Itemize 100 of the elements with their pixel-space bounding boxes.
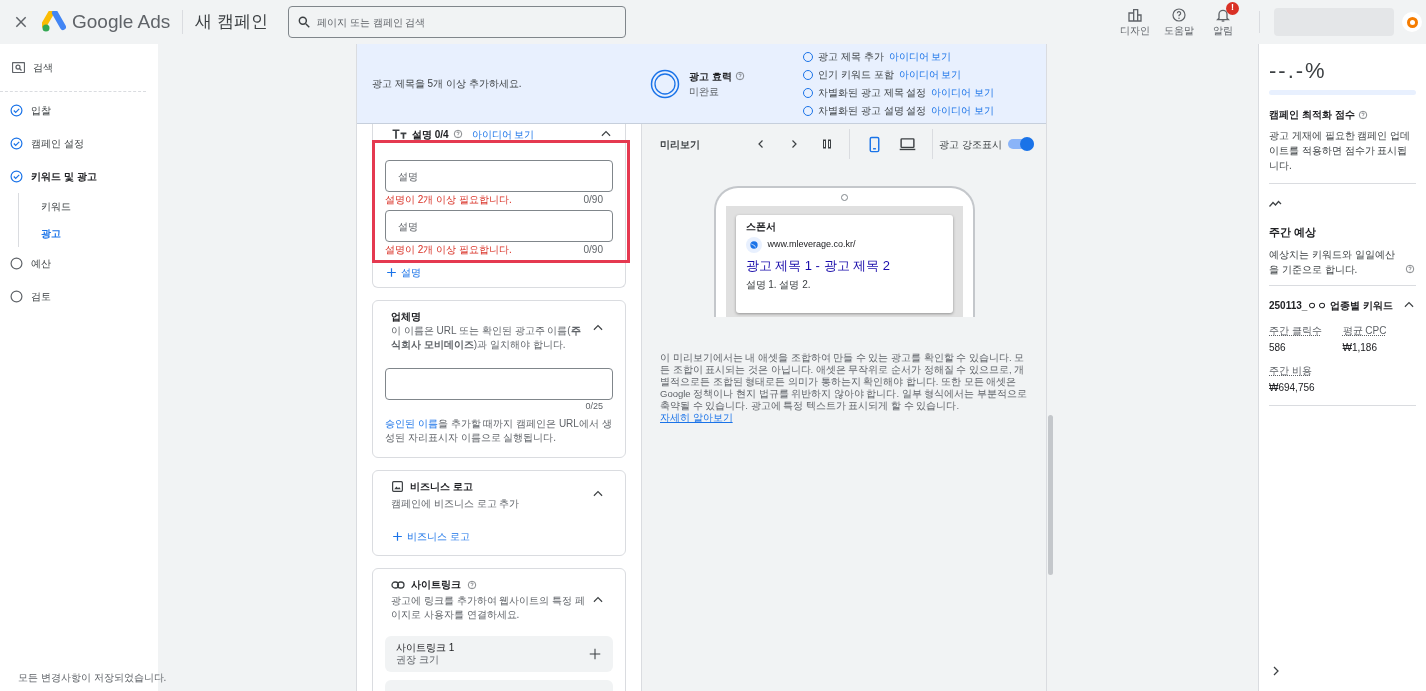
search-field[interactable]: 페이지 또는 캠페인 검색 xyxy=(288,6,626,38)
section-description: 캠페인에 비즈니스 로고 추가 xyxy=(391,497,521,511)
stat-value: ₩1,186 xyxy=(1342,340,1378,355)
help-icon[interactable] xyxy=(734,71,745,81)
section-description: 이 이름은 URL 또는 확인된 광고주 이름(주식회사 모비데이즈)과 일치해야 합니다. xyxy=(391,324,581,352)
tip-text: 인기 키워드 포함 xyxy=(818,68,894,82)
logo-icon xyxy=(42,11,66,33)
check-circle-icon xyxy=(10,170,23,183)
ad-description: 설명 1. 설명 2. xyxy=(745,278,812,292)
sidebar-item[interactable]: 키워드 및 광고 xyxy=(0,160,158,193)
expand-panel-icon[interactable] xyxy=(1271,665,1281,677)
page-title: 새 캠페인 xyxy=(195,11,268,34)
plus-icon[interactable] xyxy=(588,647,602,661)
sitelink-hint: 권장 크기 xyxy=(396,654,440,666)
ad-headline[interactable]: 광고 제목 1 - 광고 제목 2 xyxy=(745,257,943,275)
help-icon xyxy=(1171,6,1187,23)
sidebar-subitem[interactable]: 키워드 xyxy=(19,193,158,220)
tip-text: 차별화된 광고 설명 설정 xyxy=(818,104,927,118)
help-icon[interactable] xyxy=(1357,109,1368,120)
sitelink-name: 사이트링크 1 xyxy=(396,642,456,654)
score-value: --.-% xyxy=(1269,58,1328,84)
keyword-group-name: 250113_ㅇㅇ 업종별 키워드 xyxy=(1269,298,1393,313)
text-format-icon xyxy=(392,128,408,140)
stat-label: 주간 클릭수 xyxy=(1269,323,1323,338)
sponsored-label: 스폰서 xyxy=(745,221,777,233)
sidebar-item[interactable]: 예산 xyxy=(0,247,158,280)
tip-text: 광고 제목 추가 xyxy=(818,50,884,64)
circle-icon xyxy=(10,290,23,303)
tip-text: 차별화된 광고 제목 설정 xyxy=(818,86,927,100)
section-description: 광고에 링크를 추가하여 웹사이트의 특정 페이지로 사용자를 연결하세요. xyxy=(391,594,586,622)
sidebar-item[interactable]: 캠페인 설정 xyxy=(0,127,158,160)
text-input[interactable]: 설명 xyxy=(385,210,613,242)
link-icon xyxy=(391,579,405,590)
check-circle-icon xyxy=(10,104,23,117)
search-campaign-icon xyxy=(12,62,25,73)
laptop-icon[interactable] xyxy=(899,135,917,153)
stat-label: 평균 CPC xyxy=(1342,323,1388,338)
strength-status: 미완료 xyxy=(689,84,720,99)
score-title: 캠페인 최적화 점수 xyxy=(1269,108,1355,122)
help-icon[interactable] xyxy=(452,129,463,139)
stat-value: 586 xyxy=(1269,340,1287,355)
check-circle-icon xyxy=(10,137,23,150)
campaign-type-label: 검색 xyxy=(33,61,53,75)
globe-icon xyxy=(745,237,762,253)
section-title: 업체명 xyxy=(391,310,422,324)
ideas-link[interactable]: 아이디어 보기 xyxy=(888,49,952,64)
sidebar-item[interactable]: 입찰 xyxy=(0,94,158,127)
char-counter: 0/90 xyxy=(583,242,603,257)
scrollbar-thumb[interactable] xyxy=(1048,415,1053,575)
toggle-label: 광고 강조표시 xyxy=(939,137,1002,152)
plus-icon xyxy=(391,530,404,543)
toolbar-button[interactable]: 도움말 xyxy=(1161,6,1197,38)
approved-name-link[interactable]: 승인된 이름 xyxy=(385,418,438,429)
sidebar-item[interactable]: 검토 xyxy=(0,280,158,313)
score-note: 광고 게재에 필요한 캠페인 업데이트를 적용하면 점수가 표시됩니다. xyxy=(1269,128,1416,184)
text-input[interactable] xyxy=(385,368,613,400)
forecast-title: 주간 예상 xyxy=(1269,225,1318,240)
section-title: 비즈니스 로고 xyxy=(410,480,473,494)
ad-url: www.mleverage.co.kr/ xyxy=(767,238,856,252)
stat-value: ₩694,756 xyxy=(1269,380,1316,395)
toggle-switch[interactable] xyxy=(1008,137,1034,151)
help-icon[interactable] xyxy=(1405,263,1415,274)
toolbar-button[interactable]: 디자인 xyxy=(1117,6,1153,38)
error-message: 설명이 2개 이상 필요합니다. xyxy=(385,242,512,257)
notification-badge: ! xyxy=(1226,1,1239,15)
ideas-link[interactable]: 아이디어 보기 xyxy=(898,67,962,82)
section-title: 설명 0/4 xyxy=(412,127,449,142)
chart-icon xyxy=(1127,6,1143,23)
sitelink-item[interactable]: 사이트링크 1 권장 크기 xyxy=(385,636,613,672)
ideas-link[interactable]: 아이디어 보기 xyxy=(931,85,995,100)
account-avatar[interactable] xyxy=(1402,12,1422,32)
add-button[interactable]: 설명 xyxy=(385,265,421,280)
close-icon[interactable] xyxy=(14,15,28,29)
hint-text: 승인된 이름을 추가할 때까지 캠페인은 URL에서 생성된 자리표시자 이름으로 실행됩니다. xyxy=(385,417,613,445)
section-title: 사이트링크 xyxy=(411,578,461,592)
image-icon xyxy=(391,480,404,493)
strength-title: 광고 효력 xyxy=(689,69,732,84)
error-message: 설명이 2개 이상 필요합니다. xyxy=(385,192,512,207)
trend-icon xyxy=(1269,198,1282,208)
char-counter: 0/90 xyxy=(583,192,603,207)
add-button[interactable]: 비즈니스 로고 xyxy=(391,529,470,544)
learn-more-link[interactable]: 자세히 알아보기 xyxy=(660,412,733,423)
forecast-note: 예상치는 키워드와 일일예산을 기준으로 합니다. xyxy=(1269,247,1396,277)
banner-message: 광고 제목을 5개 이상 추가하세요. xyxy=(372,77,523,91)
help-icon[interactable] xyxy=(467,579,477,590)
ideas-link[interactable]: 아이디어 보기 xyxy=(471,126,535,142)
text-input[interactable]: 설명 xyxy=(385,160,613,192)
pause-icon[interactable] xyxy=(821,138,834,150)
ring-icon xyxy=(650,68,680,99)
ideas-link[interactable]: 아이디어 보기 xyxy=(931,103,995,118)
sidebar-subitem[interactable]: 광고 xyxy=(19,220,158,247)
brand-name: Google Ads xyxy=(72,9,171,34)
char-counter: 0/25 xyxy=(585,400,603,413)
circle-icon xyxy=(10,257,23,270)
stat-label: 주간 비용 xyxy=(1269,363,1313,378)
preview-title: 미리보기 xyxy=(660,137,700,152)
plus-icon xyxy=(385,266,398,279)
save-status: 모든 변경사항이 저장되었습니다. xyxy=(18,670,167,685)
preview-notice: 이 미리보기에서는 내 애셋을 조합하여 만들 수 있는 광고를 확인할 수 있습니다. 모든 조합이 표시되는 것은 아닙니다. 애셋은 무작위로 순서가 정해질 수 있으므로, 개별적으로든 조합된 형태로든 의미가 통하는지 확인해야 합니다. 또한 모든 애셋은 Google 정책이나 현지 법규를 위반하지 않아야 합니다. 일부 형식에서는 부분적으로 축약될 수 있습니다. 광고에 특정 텍스트가 표시되게 할 수 있습니다. 자세히 알아보기 xyxy=(660,352,1028,424)
search-icon xyxy=(297,15,311,29)
